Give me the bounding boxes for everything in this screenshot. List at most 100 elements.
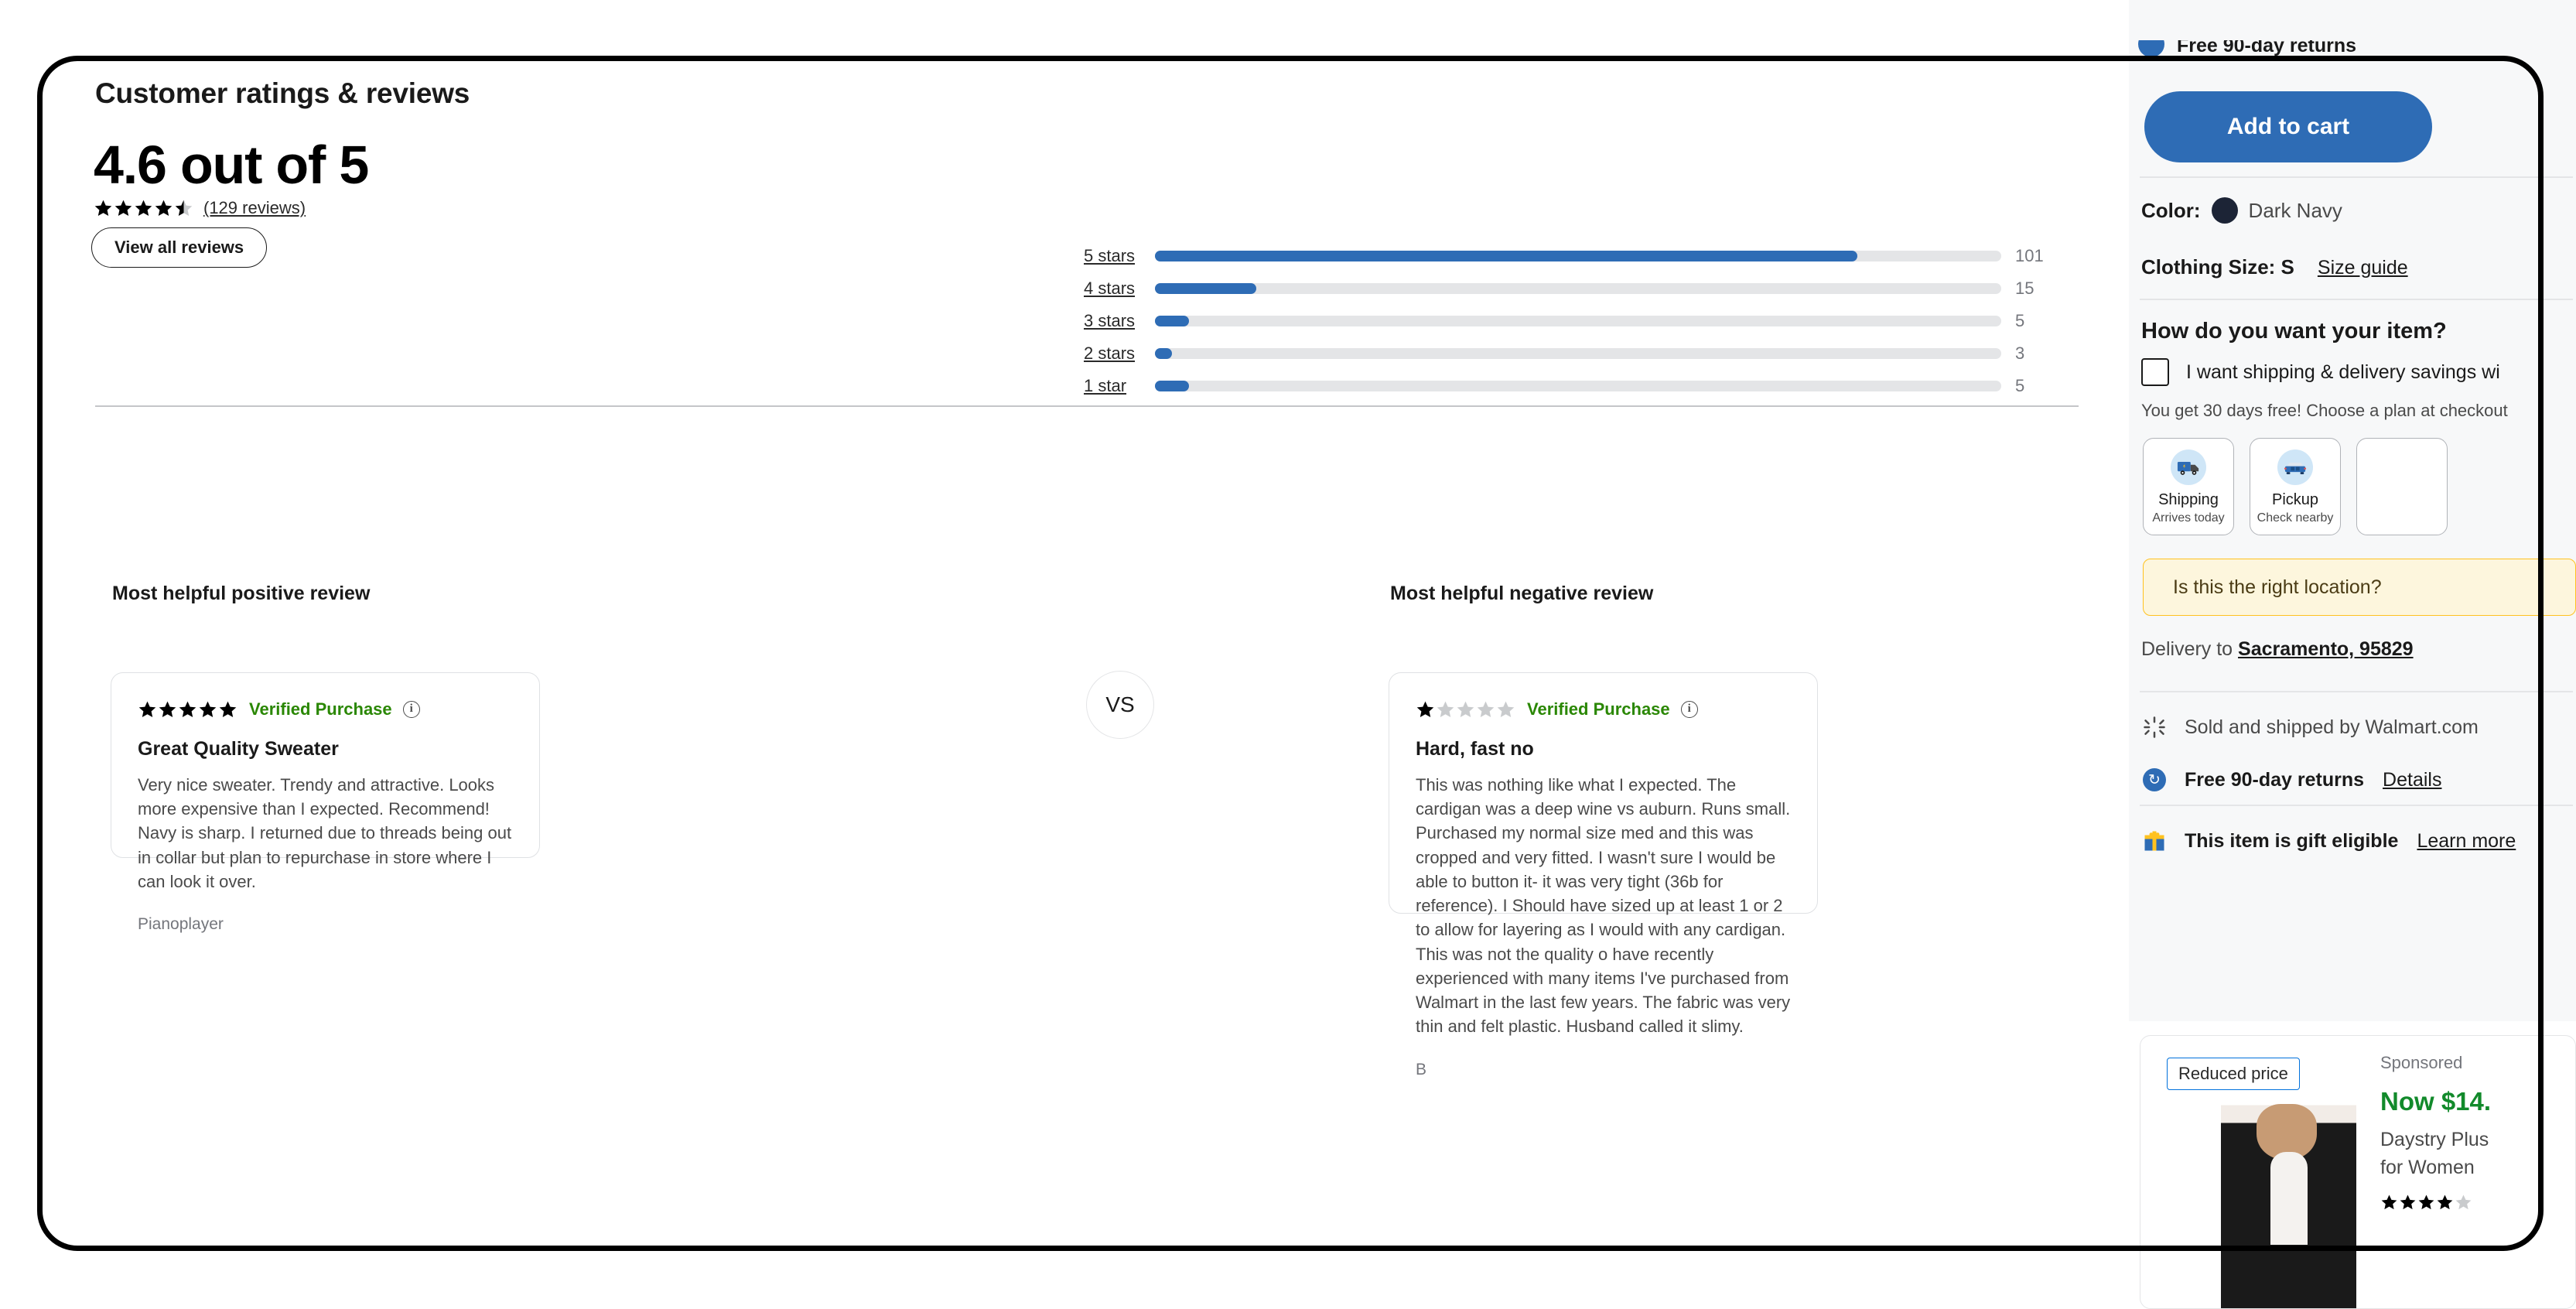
histogram-count: 5 xyxy=(2015,311,2025,330)
most-helpful-negative-review-card: Verified Purchase i Hard, fast no This w… xyxy=(1389,672,1818,1078)
star-icon xyxy=(138,700,157,719)
truck-icon xyxy=(2171,449,2206,485)
gift-icon xyxy=(2144,831,2164,851)
negative-review-heading: Most helpful negative review xyxy=(1390,583,1654,604)
histogram-fill xyxy=(1155,251,1858,261)
overall-rating-row: (129 reviews) xyxy=(94,198,306,218)
positive-review-title: Great Quality Sweater xyxy=(138,738,339,760)
negative-review-title: Hard, fast no xyxy=(1416,738,1534,760)
fulfillment-option-name: Shipping xyxy=(2158,491,2219,508)
histogram-track xyxy=(1155,316,2001,326)
histogram-star-link[interactable]: 5 stars xyxy=(1084,246,1155,266)
page-title: Customer ratings & reviews xyxy=(95,77,470,109)
color-label: Color: xyxy=(2141,198,2201,222)
star-icon xyxy=(94,199,113,217)
info-icon[interactable]: i xyxy=(402,701,420,718)
fulfillment-option-shipping[interactable]: Shipping Arrives today xyxy=(2143,438,2234,535)
positive-review-heading: Most helpful positive review xyxy=(112,583,371,604)
star-icon xyxy=(2455,1193,2472,1211)
histogram-row: 3 stars 5 xyxy=(1084,305,2058,337)
section-divider xyxy=(95,405,2079,407)
sold-shipped-text: Sold and shipped by Walmart.com xyxy=(2185,716,2479,738)
star-icon xyxy=(2436,1193,2454,1211)
star-icon xyxy=(1476,700,1495,719)
histogram-star-link[interactable]: 1 star xyxy=(1084,376,1155,396)
sponsored-label: Sponsored xyxy=(2380,1053,2463,1072)
clipped-returns-text: Free 90-day returns xyxy=(2177,40,2357,56)
location-confirm-banner[interactable]: Is this the right location? xyxy=(2143,559,2576,616)
delivery-location-row: Delivery to Sacramento, 95829 xyxy=(2141,638,2414,661)
positive-review-author: Pianoplayer xyxy=(138,915,224,934)
histogram-star-link[interactable]: 3 stars xyxy=(1084,311,1155,331)
free-returns-text: Free 90-day returns xyxy=(2185,768,2365,791)
how-do-you-want-item-heading: How do you want your item? xyxy=(2141,319,2447,343)
star-icon xyxy=(1496,700,1515,719)
shipping-savings-checkbox[interactable] xyxy=(2141,358,2169,386)
sold-shipped-row: Sold and shipped by Walmart.com xyxy=(2143,716,2479,739)
free-returns-details-link[interactable]: Details xyxy=(2383,769,2441,791)
negative-review-body: This was nothing like what I expected. T… xyxy=(1416,775,1791,1037)
size-guide-link[interactable]: Size guide xyxy=(2318,257,2408,279)
negative-review-author: B xyxy=(1416,1060,1427,1078)
reduced-price-badge: Reduced price xyxy=(2167,1058,2300,1090)
sponsored-stars xyxy=(2380,1193,2473,1211)
sidebar-divider xyxy=(2140,805,2573,806)
histogram-row: 1 star 5 xyxy=(1084,370,2058,402)
fulfillment-options: Shipping Arrives today Pickup Check nearby xyxy=(2143,438,2448,535)
delivery-prefix: Delivery to xyxy=(2141,638,2239,660)
star-icon xyxy=(218,700,237,719)
negative-verified-row: Verified Purchase i xyxy=(1416,699,1791,719)
fulfillment-option-pickup[interactable]: Pickup Check nearby xyxy=(2250,438,2341,535)
histogram-track xyxy=(1155,381,2001,391)
histogram-count: 5 xyxy=(2015,376,2025,395)
star-icon xyxy=(134,199,153,217)
histogram-star-link[interactable]: 2 stars xyxy=(1084,343,1155,364)
histogram-row: 2 stars 3 xyxy=(1084,337,2058,370)
histogram-count: 101 xyxy=(2015,246,2044,265)
star-icon xyxy=(198,700,217,719)
star-icon xyxy=(2380,1193,2398,1211)
star-icon xyxy=(1456,700,1475,719)
verified-purchase-label: Verified Purchase xyxy=(1527,699,1670,719)
size-selector-row: Clothing Size: S Size guide xyxy=(2141,255,2408,279)
star-icon xyxy=(178,700,197,719)
histogram-fill xyxy=(1155,381,1189,391)
car-icon xyxy=(2277,449,2313,485)
most-helpful-positive-review-card: Verified Purchase i Great Quality Sweate… xyxy=(111,672,540,933)
histogram-count: 15 xyxy=(2015,279,2034,298)
sidebar-divider xyxy=(2140,176,2573,178)
vs-badge: VS xyxy=(1086,671,1154,739)
star-icon xyxy=(1416,700,1435,719)
delivery-location-link[interactable]: Sacramento, 95829 xyxy=(2238,638,2414,660)
return-icon xyxy=(2138,40,2164,57)
fulfillment-option-sub: Arrives today xyxy=(2152,511,2225,525)
color-selector-row[interactable]: Color: Dark Navy xyxy=(2141,197,2342,224)
customer-reviews-panel: Customer ratings & reviews 4.6 out of 5 … xyxy=(43,60,2123,1246)
gift-eligible-row: This item is gift eligible Learn more xyxy=(2143,829,2516,853)
color-value: Dark Navy xyxy=(2248,198,2342,222)
fulfillment-option-name: Pickup xyxy=(2271,491,2319,508)
fulfillment-option-clipped[interactable] xyxy=(2356,438,2448,535)
histogram-track xyxy=(1155,348,2001,359)
fulfillment-option-sub: Check nearby xyxy=(2257,511,2334,525)
return-arrow-icon: ↻ xyxy=(2143,768,2166,791)
info-icon[interactable]: i xyxy=(1680,701,1698,718)
shipping-savings-row[interactable]: I want shipping & delivery savings wi xyxy=(2141,358,2500,386)
sponsored-product-info: Sponsored Now $14. Daystry Plus for Wome… xyxy=(2380,1053,2574,1215)
gift-learn-more-link[interactable]: Learn more xyxy=(2417,830,2516,853)
sponsored-price: Now $14. xyxy=(2380,1087,2492,1116)
shipping-savings-label: I want shipping & delivery savings wi xyxy=(2186,361,2500,383)
gift-eligible-text: This item is gift eligible xyxy=(2185,829,2399,852)
star-icon xyxy=(114,199,133,217)
histogram-star-link[interactable]: 4 stars xyxy=(1084,279,1155,299)
reviews-count-link[interactable]: (129 reviews) xyxy=(203,198,306,218)
positive-verified-row: Verified Purchase i xyxy=(138,699,513,719)
star-icon xyxy=(1436,700,1455,719)
negative-review-stars xyxy=(1416,700,1516,719)
positive-review-body: Very nice sweater. Trendy and attractive… xyxy=(138,775,512,891)
positive-review-stars xyxy=(138,700,238,719)
view-all-reviews-button[interactable]: View all reviews xyxy=(91,227,268,268)
walmart-spark-icon xyxy=(2144,716,2165,738)
add-to-cart-button[interactable]: Add to cart xyxy=(2144,91,2432,162)
sponsored-product-card[interactable]: Reduced price Sponsored Now $14. Daystry… xyxy=(2140,1035,2576,1309)
